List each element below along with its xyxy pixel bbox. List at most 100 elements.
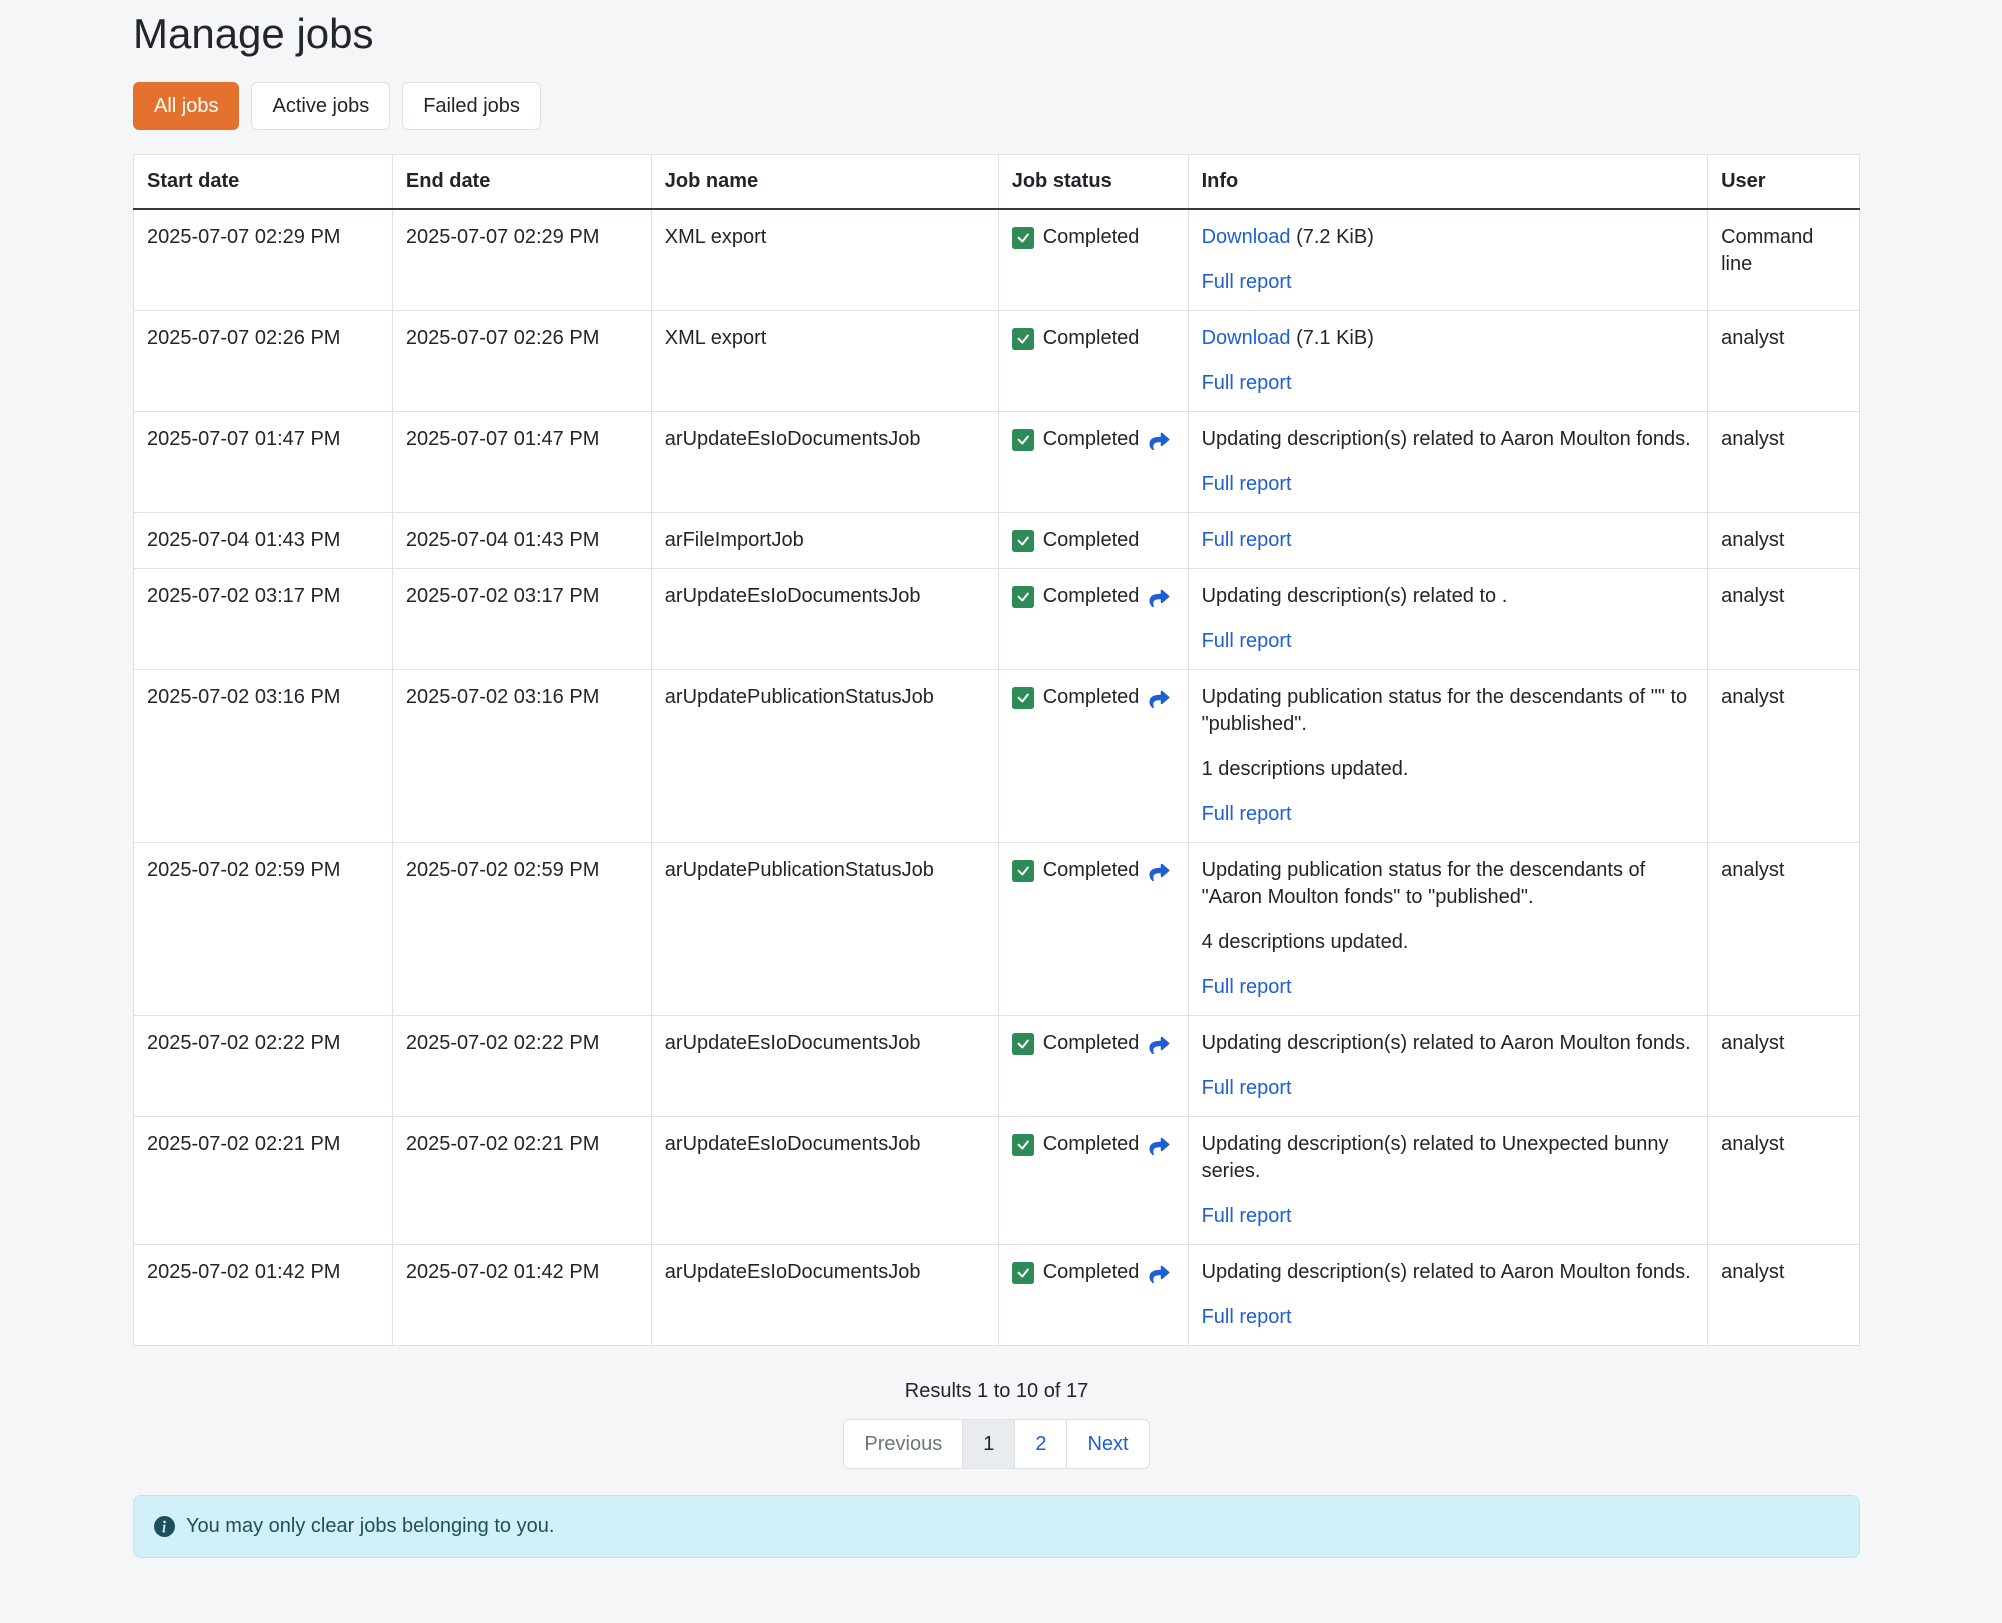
start-date-cell: 2025-07-02 02:22 PM [134, 1016, 393, 1117]
table-row: 2025-07-07 01:47 PM 2025-07-07 01:47 PM … [134, 412, 1860, 513]
table-row: 2025-07-02 03:17 PM 2025-07-02 03:17 PM … [134, 569, 1860, 670]
check-square-icon [1012, 1134, 1034, 1156]
status-label: Completed [1043, 583, 1140, 610]
end-date-cell: 2025-07-04 01:43 PM [392, 513, 651, 569]
job-name-cell: arUpdateEsIoDocumentsJob [651, 1117, 998, 1245]
status-label: Completed [1043, 857, 1140, 884]
user-cell: analyst [1708, 311, 1860, 412]
start-date-cell: 2025-07-07 02:29 PM [134, 209, 393, 311]
job-name-cell: arUpdateEsIoDocumentsJob [651, 1016, 998, 1117]
job-status-cell: Completed [998, 1016, 1188, 1117]
end-date-cell: 2025-07-02 02:59 PM [392, 843, 651, 1016]
pagination-next-button[interactable]: Next [1066, 1419, 1149, 1469]
job-name-cell: arUpdateEsIoDocumentsJob [651, 569, 998, 670]
download-link[interactable]: Download [1202, 327, 1291, 349]
job-status-cell: Completed [998, 311, 1188, 412]
user-cell: analyst [1708, 843, 1860, 1016]
table-row: 2025-07-07 02:29 PM 2025-07-07 02:29 PM … [134, 209, 1860, 311]
full-report-link[interactable]: Full report [1202, 271, 1292, 293]
table-row: 2025-07-02 02:21 PM 2025-07-02 02:21 PM … [134, 1117, 1860, 1245]
start-date-cell: 2025-07-07 02:26 PM [134, 311, 393, 412]
share-arrow-icon[interactable] [1148, 688, 1171, 708]
table-row: 2025-07-02 02:22 PM 2025-07-02 02:22 PM … [134, 1016, 1860, 1117]
end-date-cell: 2025-07-07 02:26 PM [392, 311, 651, 412]
full-report-link[interactable]: Full report [1202, 372, 1292, 394]
status-label: Completed [1043, 224, 1140, 251]
job-info-text: Updating description(s) related to Aaron… [1202, 426, 1695, 453]
job-name-cell: arUpdatePublicationStatusJob [651, 670, 998, 843]
share-arrow-icon[interactable] [1148, 587, 1171, 607]
table-header-row: Start date End date Job name Job status … [134, 155, 1860, 210]
full-report-link[interactable]: Full report [1202, 1205, 1292, 1227]
share-arrow-icon[interactable] [1148, 861, 1171, 881]
filter-active-jobs-button[interactable]: Active jobs [251, 82, 390, 130]
info-cell: Updating description(s) related to Aaron… [1188, 1245, 1708, 1346]
share-arrow-icon[interactable] [1148, 1263, 1171, 1283]
pagination-page-1[interactable]: 1 [962, 1419, 1015, 1469]
share-arrow-icon[interactable] [1148, 1135, 1171, 1155]
start-date-cell: 2025-07-04 01:43 PM [134, 513, 393, 569]
end-date-cell: 2025-07-07 02:29 PM [392, 209, 651, 311]
info-cell: Updating description(s) related to Aaron… [1188, 412, 1708, 513]
table-row: 2025-07-04 01:43 PM 2025-07-04 01:43 PM … [134, 513, 1860, 569]
jobs-table-body: 2025-07-07 02:29 PM 2025-07-07 02:29 PM … [134, 209, 1860, 1346]
job-filter-buttons: All jobs Active jobs Failed jobs [133, 82, 1860, 130]
job-info-text: 1 descriptions updated. [1202, 756, 1695, 783]
full-report-link[interactable]: Full report [1202, 529, 1292, 551]
column-header-info: Info [1188, 155, 1708, 210]
check-square-icon [1012, 429, 1034, 451]
status-label: Completed [1043, 426, 1140, 453]
info-cell: Full report [1188, 513, 1708, 569]
job-name-cell: XML export [651, 311, 998, 412]
manage-jobs-page: Manage jobs All jobs Active jobs Failed … [0, 0, 2002, 1588]
end-date-cell: 2025-07-02 02:22 PM [392, 1016, 651, 1117]
pagination-page-2[interactable]: 2 [1014, 1419, 1067, 1469]
pagination-previous-button[interactable]: Previous [843, 1419, 963, 1469]
status-label: Completed [1043, 1259, 1140, 1286]
end-date-cell: 2025-07-02 01:42 PM [392, 1245, 651, 1346]
user-cell: analyst [1708, 569, 1860, 670]
download-link[interactable]: Download [1202, 226, 1291, 248]
share-arrow-icon[interactable] [1148, 1034, 1171, 1054]
end-date-cell: 2025-07-02 03:16 PM [392, 670, 651, 843]
job-info-text: Updating description(s) related to Unexp… [1202, 1131, 1695, 1185]
job-status-cell: Completed [998, 513, 1188, 569]
share-arrow-icon[interactable] [1148, 430, 1171, 450]
job-name-cell: arFileImportJob [651, 513, 998, 569]
check-square-icon [1012, 227, 1034, 249]
full-report-link[interactable]: Full report [1202, 630, 1292, 652]
user-cell: analyst [1708, 412, 1860, 513]
info-cell: Download (7.1 KiB)Full report [1188, 311, 1708, 412]
job-info-text: Updating publication status for the desc… [1202, 684, 1695, 738]
user-cell: analyst [1708, 670, 1860, 843]
user-cell: analyst [1708, 1245, 1860, 1346]
full-report-link[interactable]: Full report [1202, 1306, 1292, 1328]
filter-all-jobs-button[interactable]: All jobs [133, 82, 239, 130]
start-date-cell: 2025-07-02 03:16 PM [134, 670, 393, 843]
job-status-cell: Completed [998, 569, 1188, 670]
full-report-link[interactable]: Full report [1202, 976, 1292, 998]
status-label: Completed [1043, 1131, 1140, 1158]
status-label: Completed [1043, 1030, 1140, 1057]
filter-failed-jobs-button[interactable]: Failed jobs [402, 82, 541, 130]
job-status-cell: Completed [998, 209, 1188, 311]
jobs-table: Start date End date Job name Job status … [133, 154, 1860, 1346]
full-report-link[interactable]: Full report [1202, 1077, 1292, 1099]
user-cell: Command line [1708, 209, 1860, 311]
full-report-link[interactable]: Full report [1202, 803, 1292, 825]
info-cell: Download (7.2 KiB)Full report [1188, 209, 1708, 311]
column-header-job-name: Job name [651, 155, 998, 210]
end-date-cell: 2025-07-02 03:17 PM [392, 569, 651, 670]
info-cell: Updating publication status for the desc… [1188, 843, 1708, 1016]
job-name-cell: arUpdateEsIoDocumentsJob [651, 412, 998, 513]
full-report-link[interactable]: Full report [1202, 473, 1292, 495]
info-cell: Updating description(s) related to Aaron… [1188, 1016, 1708, 1117]
info-circle-icon [154, 1516, 175, 1537]
status-label: Completed [1043, 527, 1140, 554]
user-cell: analyst [1708, 513, 1860, 569]
start-date-cell: 2025-07-02 03:17 PM [134, 569, 393, 670]
job-name-cell: arUpdateEsIoDocumentsJob [651, 1245, 998, 1346]
page-title: Manage jobs [133, 10, 1860, 58]
check-square-icon [1012, 1033, 1034, 1055]
check-square-icon [1012, 530, 1034, 552]
